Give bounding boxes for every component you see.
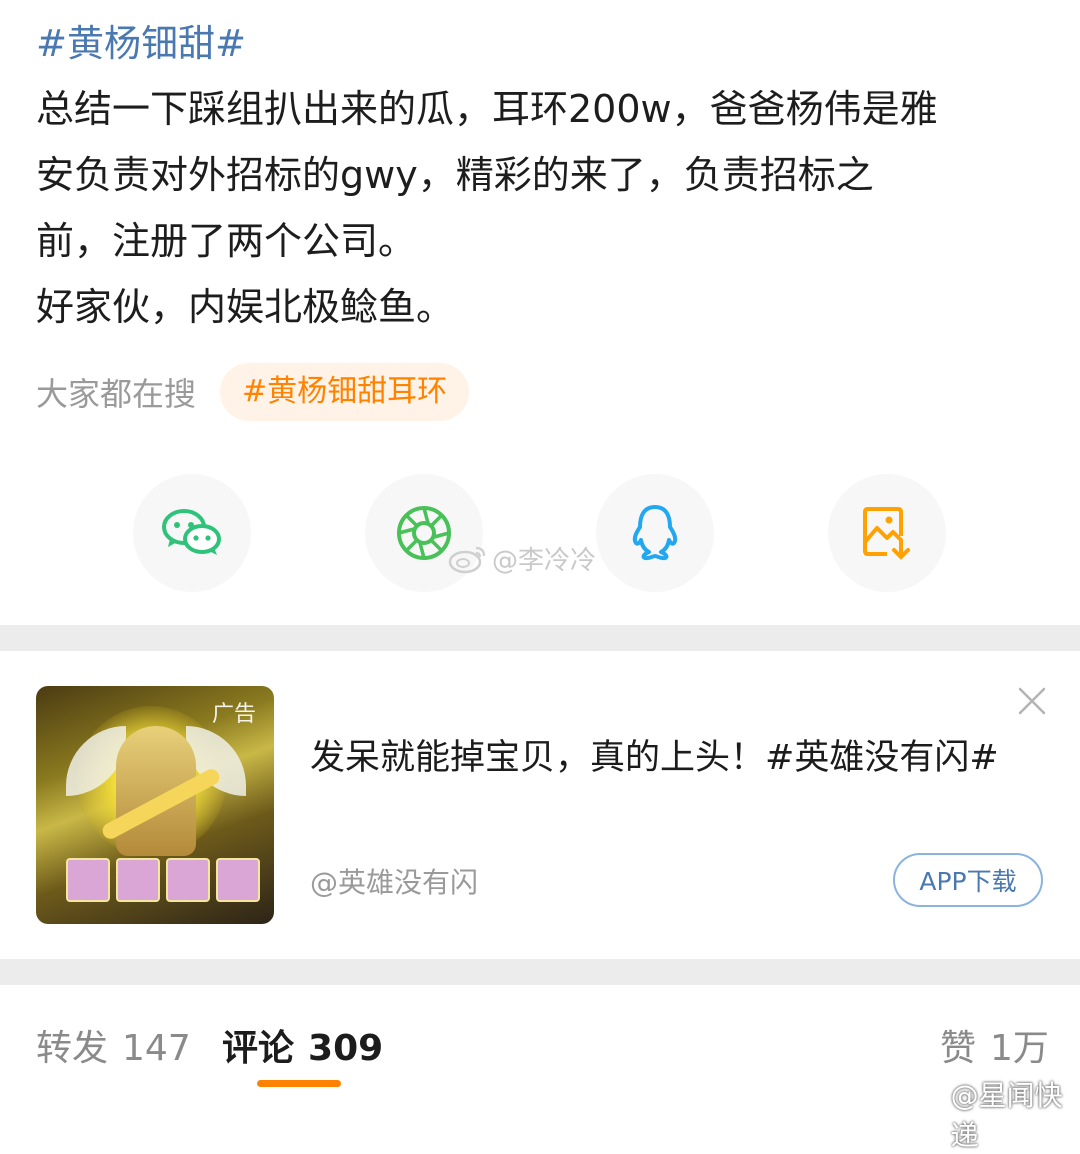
moments-icon bbox=[397, 506, 451, 560]
tab-reposts-label: 转发 bbox=[36, 1028, 109, 1069]
watermark-bottom-text: @星闻快递 bbox=[950, 1079, 1063, 1152]
watermark-center: @李冷冷 bbox=[448, 540, 596, 577]
post-body: 总结一下踩组扒出来的瓜，耳环200w，爸爸杨伟是雅 安负责对外招标的gwy，精彩… bbox=[36, 76, 1046, 340]
post-body-line: 好家伙，内娱北极鲶鱼。 bbox=[36, 285, 455, 329]
tab-likes-count: 1万 bbox=[990, 1028, 1049, 1069]
tab-reposts-count: 147 bbox=[122, 1028, 191, 1069]
section-divider bbox=[0, 959, 1080, 985]
trending-search-tag[interactable]: #黄杨钿甜耳环 bbox=[220, 363, 470, 421]
post-body-line: 安负责对外招标的gwy，精彩的来了，负责招标之 bbox=[36, 153, 874, 197]
tab-likes-label: 赞 bbox=[940, 1028, 977, 1069]
watermark-center-text: @李冷冷 bbox=[492, 546, 597, 576]
trending-search-row: 大家都在搜 #黄杨钿甜耳环 bbox=[36, 362, 470, 422]
ad-card[interactable]: 广告 发呆就能掉宝贝，真的上头！#英雄没有闪# @英雄没有闪 APP下载 bbox=[0, 651, 1080, 959]
qq-icon bbox=[632, 505, 678, 561]
tab-comments[interactable]: 评论 309 bbox=[222, 1019, 383, 1071]
post-topic-hashtag[interactable]: #黄杨钿甜# bbox=[36, 16, 246, 72]
ad-source[interactable]: @英雄没有闪 bbox=[310, 861, 478, 901]
weibo-post: #黄杨钿甜# 总结一下踩组扒出来的瓜，耳环200w，爸爸杨伟是雅 安负责对外招标… bbox=[0, 0, 1080, 625]
trending-search-label: 大家都在搜 bbox=[36, 375, 197, 413]
save-image-icon bbox=[863, 507, 910, 560]
ad-label: 广告 bbox=[211, 702, 256, 727]
ad-image[interactable]: 广告 bbox=[36, 686, 274, 924]
app-download-button[interactable]: APP下载 bbox=[893, 853, 1043, 907]
watermark-bottom: @星闻快递 bbox=[906, 1074, 1080, 1154]
tab-reposts[interactable]: 转发 147 bbox=[36, 1019, 191, 1071]
tab-likes[interactable]: 赞 1万 bbox=[940, 1019, 1049, 1071]
share-qq-button[interactable] bbox=[596, 474, 714, 592]
share-wechat-button[interactable] bbox=[133, 474, 251, 592]
ad-title[interactable]: 发呆就能掉宝贝，真的上头！#英雄没有闪# bbox=[310, 729, 999, 780]
save-image-button[interactable] bbox=[828, 474, 946, 592]
post-body-line: 总结一下踩组扒出来的瓜，耳环200w，爸爸杨伟是雅 bbox=[36, 87, 938, 131]
wechat-icon bbox=[162, 509, 221, 555]
ad-close-button[interactable] bbox=[1012, 681, 1052, 721]
tab-comments-label: 评论 bbox=[222, 1028, 295, 1069]
close-icon bbox=[1018, 687, 1046, 715]
active-tab-indicator bbox=[257, 1080, 341, 1087]
weibo-logo-icon bbox=[906, 1101, 945, 1129]
section-divider bbox=[0, 625, 1080, 651]
post-body-line: 前，注册了两个公司。 bbox=[36, 219, 417, 263]
tab-comments-count: 309 bbox=[308, 1028, 384, 1069]
weibo-logo-icon bbox=[448, 546, 486, 573]
